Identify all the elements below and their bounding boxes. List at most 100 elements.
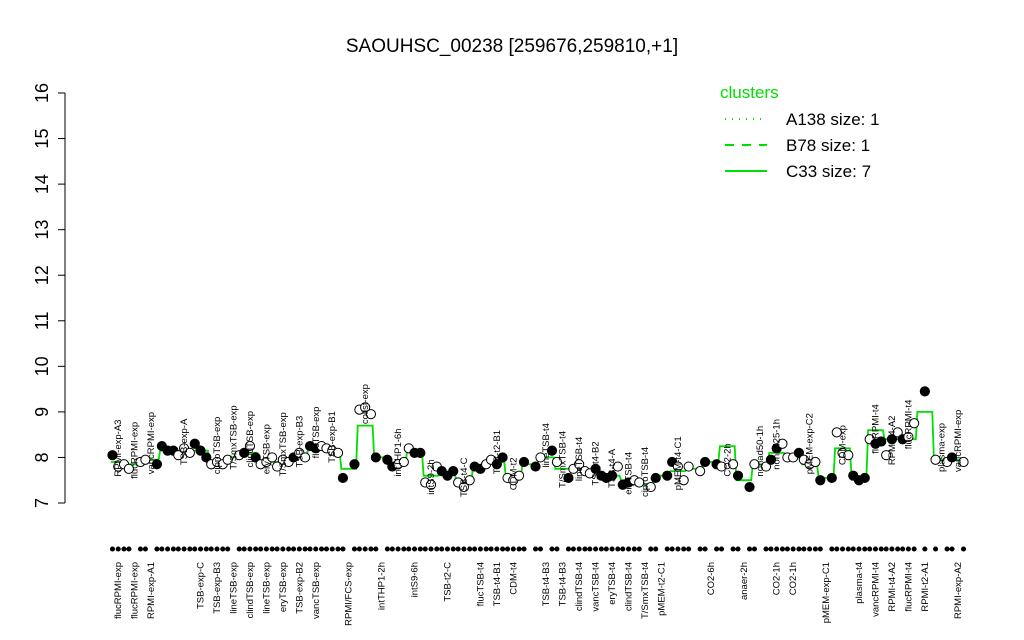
bottom-label: clindTSB-t4 xyxy=(574,562,585,611)
top-label: lineTSB-t4 xyxy=(574,437,585,481)
bottom-label: anaer-2h xyxy=(739,562,750,600)
rug-mark xyxy=(362,546,368,552)
rug-mark xyxy=(949,546,955,552)
top-label: T/SmxTSB-exp xyxy=(228,405,239,469)
rug-mark xyxy=(439,546,445,552)
top-label: plasma-exp xyxy=(936,423,947,472)
rug-mark xyxy=(905,546,911,552)
bottom-label: TSB-t4-B1 xyxy=(492,562,503,606)
rug-mark xyxy=(587,546,593,552)
rug-mark xyxy=(900,546,906,552)
rug-mark xyxy=(296,546,302,552)
rug-mark xyxy=(329,546,335,552)
bottom-label: T/SmxTSB-t4 xyxy=(640,562,651,619)
top-label: ciproTSB-exp xyxy=(212,417,223,475)
rug-mark xyxy=(664,546,670,552)
rug-mark xyxy=(115,546,121,552)
rug-mark xyxy=(434,546,440,552)
data-point xyxy=(859,472,870,484)
y-tick-label: 14 xyxy=(32,174,52,194)
top-label: T/SmxTSB-t4 xyxy=(558,431,569,488)
bottom-label: flucRPMI-t4 xyxy=(903,562,914,612)
top-label: pMEM-t4-C1 xyxy=(673,436,684,490)
rug-mark xyxy=(290,546,297,552)
legend-label-b78: B78 size: 1 xyxy=(786,136,870,155)
top-label: TSB-exp-A xyxy=(179,418,190,465)
rug-mark xyxy=(411,546,418,552)
rug-mark xyxy=(944,546,950,552)
rug-mark xyxy=(653,546,659,552)
chart-container: SAOUHSC_00238 [259676,259810,+1] 7 8 9 10 11… xyxy=(0,0,1024,640)
rug-mark xyxy=(302,546,308,552)
top-label: TSB-exp-B1 xyxy=(327,411,338,463)
rug-mark xyxy=(208,546,214,552)
rug-mark xyxy=(625,546,632,552)
rug-mark xyxy=(422,546,428,552)
top-label: lineTSB-t4 xyxy=(541,423,552,467)
rug-mark xyxy=(241,546,247,552)
top-label: flucRPMI-t4 xyxy=(903,400,914,450)
rug-mark xyxy=(263,546,269,552)
top-label: intS9-2h xyxy=(426,459,437,494)
rug-mark xyxy=(236,546,242,552)
rug-mark xyxy=(576,546,582,552)
data-point xyxy=(683,461,694,472)
rug-mark xyxy=(801,546,807,552)
data-point xyxy=(699,456,711,468)
rug-mark xyxy=(154,546,160,552)
rug-mark xyxy=(774,546,780,552)
rug-mark xyxy=(681,546,687,552)
rug-mark xyxy=(504,546,511,552)
top-label: eryTSB-exp xyxy=(261,424,272,474)
rug-mark xyxy=(220,546,226,552)
data-point xyxy=(349,459,360,470)
y-axis: 7 8 9 10 11 12 13 14 15 16 xyxy=(32,83,65,508)
rug-mark xyxy=(746,546,753,552)
rug-mark xyxy=(718,546,725,552)
rug-mark xyxy=(488,546,494,552)
data-point xyxy=(744,481,755,493)
rug-mark xyxy=(763,546,769,552)
rug-mark xyxy=(313,546,319,552)
rug-mark xyxy=(170,546,176,552)
bottom-label: pMEM-t2-C1 xyxy=(656,562,667,616)
rug-mark xyxy=(494,546,500,552)
rug-mark xyxy=(532,546,539,552)
y-tick-label: 12 xyxy=(32,265,52,285)
rug-mark xyxy=(389,546,395,552)
bottom-label: flucTSB-t4 xyxy=(475,562,486,606)
rug-mark xyxy=(121,546,127,552)
top-label: TSB-t4-A xyxy=(607,448,618,488)
rug-mark xyxy=(669,546,675,552)
data-point xyxy=(518,456,530,468)
top-label: flucRPMI-exp xyxy=(130,422,141,479)
bottom-label: TSB-exp-C xyxy=(196,562,207,609)
bottom-label: flucRPMI-exp xyxy=(113,562,124,619)
legend-label-c33: C33 size: 7 xyxy=(786,162,871,181)
rug-mark xyxy=(922,546,928,552)
bottom-label: flucRPMI-exp xyxy=(130,562,141,619)
bottom-label: vancRPMI-t4 xyxy=(870,562,881,617)
top-label: clindTSB-exp xyxy=(245,411,256,468)
rug-mark xyxy=(373,546,379,552)
rug-mark xyxy=(850,546,856,552)
bottom-label: RPMI-t4-A2 xyxy=(887,562,898,612)
bottom-label: lineTSB-exp xyxy=(261,562,272,614)
top-label: nonad25-1h xyxy=(772,419,783,470)
rug-mark xyxy=(510,546,516,552)
bottom-label: CO2-6h xyxy=(706,562,717,595)
bottom-label: CO2-1h xyxy=(772,562,783,595)
bottom-label: pMEM-exp-C1 xyxy=(821,562,832,623)
legend-label-a138: A138 size: 1 xyxy=(786,110,880,129)
bottom-label: intTHP1-2h xyxy=(377,562,388,610)
rug-mark xyxy=(356,546,362,552)
top-label: flucRPMI-t4 xyxy=(870,404,881,454)
bottom-label: plasma-t4 xyxy=(854,562,865,604)
rug-mark xyxy=(817,546,823,552)
rug-mark xyxy=(401,546,407,552)
rug-mark xyxy=(323,546,330,552)
data-point xyxy=(650,472,661,484)
rug-mark xyxy=(461,546,467,552)
rug-mark xyxy=(714,546,720,552)
rug-mark xyxy=(500,546,506,552)
